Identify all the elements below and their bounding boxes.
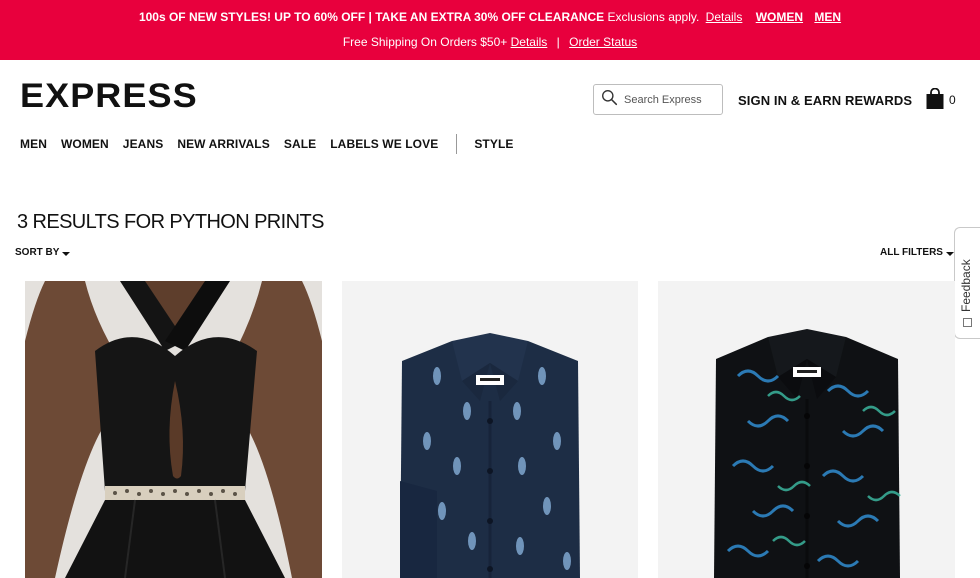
promo-men-link[interactable]: MEN [814,10,841,24]
nav-item-style[interactable]: STYLE [474,137,513,151]
results-title: 3 RESULTS FOR PYTHON PRINTS [17,211,324,233]
bag-count[interactable]: 0 [949,93,956,107]
product-tile-2[interactable] [342,281,638,578]
all-filters-label: ALL FILTERS [880,247,943,258]
caret-down-icon [945,251,954,256]
feedback-tab[interactable]: Feedback [954,227,980,339]
promo-headline: 100s OF NEW STYLES! UP TO 60% OFF | TAKE… [138,10,605,24]
feedback-icon [963,318,972,327]
sort-by-dropdown[interactable]: SORT BY [15,247,71,258]
promo-women-link[interactable]: WOMEN [756,10,803,24]
sign-in-rewards-link[interactable]: SIGN IN & EARN REWARDS [738,93,912,108]
promo-separator: | [556,35,560,49]
search-icon[interactable] [601,89,618,111]
search-box[interactable] [593,84,723,115]
nav-item-labels-we-love[interactable]: LABELS WE LOVE [330,137,438,151]
shopping-bag-icon[interactable] [925,88,945,110]
free-shipping-text: Free Shipping On Orders $50+ [342,35,508,49]
promo-line-2: Free Shipping On Orders $50+ Details | O… [0,34,980,50]
nav-item-jeans[interactable]: JEANS [123,137,164,151]
order-status-link[interactable]: Order Status [569,35,637,49]
search-input[interactable] [624,93,719,106]
promo-exclusions: Exclusions apply. [607,10,700,24]
product-image-jumpsuit[interactable] [25,281,322,578]
nav-item-men[interactable]: MEN [20,137,47,151]
promo-line-1: 100s OF NEW STYLES! UP TO 60% OFF | TAKE… [0,9,980,25]
nav-item-new-arrivals[interactable]: NEW ARRIVALS [177,137,270,151]
caret-down-icon [62,251,71,256]
nav-item-sale[interactable]: SALE [284,137,316,151]
all-filters-dropdown[interactable]: ALL FILTERS [880,247,954,258]
product-image-black-shirt[interactable] [658,281,955,578]
product-image-navy-shirt[interactable] [342,281,638,578]
express-logo[interactable]: EXPRESS [20,79,198,113]
sort-by-label: SORT BY [15,247,60,258]
nav-item-women[interactable]: WOMEN [61,137,109,151]
feedback-label: Feedback [959,259,973,312]
product-tile-3[interactable] [658,281,955,578]
promo-details-link[interactable]: Details [706,10,743,24]
product-tile-1[interactable] [25,281,322,578]
shipping-details-link[interactable]: Details [511,35,548,49]
promo-banner: 100s OF NEW STYLES! UP TO 60% OFF | TAKE… [0,0,980,60]
nav-divider [456,134,458,154]
main-nav: MEN WOMEN JEANS NEW ARRIVALS SALE LABELS… [20,134,528,154]
